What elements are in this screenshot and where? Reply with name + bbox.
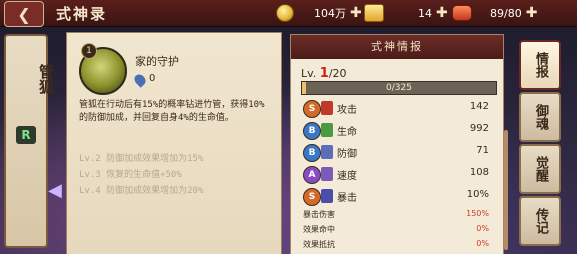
skill-level-line: Lv.3 恢复的生命值+50% bbox=[79, 170, 182, 180]
skill-panel: 1 家的守护 0 管狐在行动后有15%的概率钻进竹管，获得10%的防御加成，并回… bbox=[66, 32, 282, 254]
tab-awaken[interactable]: 觉醒 bbox=[519, 144, 561, 194]
previous-arrow-icon[interactable]: ◀ bbox=[48, 181, 66, 201]
jade-value: 14 bbox=[418, 6, 432, 20]
skill-description: 管狐在行动后有15%的概率钻进竹管，获得10%的防御加成，并回复自身4%的生命值… bbox=[79, 100, 265, 123]
shikigami-name-tab[interactable]: 管狐 R bbox=[4, 34, 55, 248]
stat-grade-badge: S bbox=[303, 100, 321, 118]
stat-row: B 生命 992 bbox=[303, 121, 497, 141]
exp-bar: 0/325 bbox=[301, 81, 497, 95]
extra-stat-row: 效果抵抗 0% bbox=[303, 239, 497, 253]
stamina-value: 89/80 bbox=[490, 6, 522, 20]
extra-stat-label: 效果抵抗 bbox=[303, 240, 335, 249]
stat-label: 防御 bbox=[337, 149, 357, 160]
stat-grade-badge: B bbox=[303, 144, 321, 162]
gold-coin-icon bbox=[276, 4, 294, 22]
rarity-badge: R bbox=[16, 126, 36, 144]
skill-level-line: Lv.4 防御加成效果增加为20% bbox=[79, 186, 204, 196]
stat-value: 71 bbox=[476, 145, 489, 156]
stamina-scroll-icon bbox=[452, 5, 472, 21]
stat-grade-badge: B bbox=[303, 122, 321, 140]
extra-stat-value: 0% bbox=[476, 239, 489, 248]
jade-icon bbox=[364, 4, 384, 22]
info-panel-header: 式神情报 bbox=[291, 35, 503, 59]
stat-icon bbox=[321, 101, 333, 115]
skill-name: 家的守护 bbox=[135, 55, 179, 68]
stat-row: S 暴击 10% bbox=[303, 187, 497, 207]
stat-icon bbox=[321, 123, 333, 137]
add-stamina-button[interactable]: ✚ bbox=[526, 6, 538, 20]
gold-resource: 104万 ✚ bbox=[276, 4, 362, 22]
top-bar: ❮ 式神录 104万 ✚ 14 ✚ 89/80 ✚ bbox=[0, 0, 577, 27]
level-display: Lv. 1/20 bbox=[301, 66, 347, 81]
add-gold-button[interactable]: ✚ bbox=[350, 6, 362, 20]
tab-biography[interactable]: 传记 bbox=[519, 196, 561, 246]
stat-value: 108 bbox=[469, 167, 489, 178]
stat-grade-badge: A bbox=[303, 166, 321, 184]
orb-cost-icon bbox=[132, 72, 148, 88]
shikigami-name: 管狐 bbox=[37, 64, 55, 94]
extra-stat-value: 150% bbox=[466, 209, 489, 218]
gold-value: 104万 bbox=[314, 7, 346, 20]
stat-row: B 防御 71 bbox=[303, 143, 497, 163]
stat-value: 10% bbox=[466, 189, 489, 200]
skill-cost: 0 bbox=[149, 73, 156, 84]
level-prefix: Lv. bbox=[301, 67, 320, 80]
stat-row: A 速度 108 bbox=[303, 165, 497, 185]
stat-label: 攻击 bbox=[337, 105, 357, 116]
page-title: 式神录 bbox=[56, 5, 108, 23]
stat-row: S 攻击 142 bbox=[303, 99, 497, 119]
extra-stat-row: 效果命中 0% bbox=[303, 224, 497, 238]
stat-label: 暴击 bbox=[337, 193, 357, 204]
skill-level-line: Lv.2 防御加成效果增加为15% bbox=[79, 154, 204, 164]
chevron-left-icon: ❮ bbox=[17, 4, 31, 24]
stat-grade-badge: S bbox=[303, 188, 321, 206]
tab-info[interactable]: 情报 bbox=[519, 40, 561, 90]
stamina-resource: 89/80 ✚ bbox=[452, 4, 537, 22]
extra-stat-value: 0% bbox=[476, 224, 489, 233]
jade-resource: 14 ✚ bbox=[364, 4, 448, 22]
level-number: 1 bbox=[319, 66, 329, 81]
stat-label: 生命 bbox=[337, 127, 357, 138]
info-scrollbar[interactable] bbox=[504, 130, 508, 250]
add-jade-button[interactable]: ✚ bbox=[436, 6, 448, 20]
back-button[interactable]: ❮ bbox=[4, 1, 44, 27]
extra-stat-label: 效果命中 bbox=[303, 225, 335, 234]
extra-stat-label: 暴击伤害 bbox=[303, 210, 335, 219]
level-max: /20 bbox=[328, 67, 347, 80]
stat-value: 992 bbox=[469, 123, 489, 134]
stat-icon bbox=[321, 167, 333, 181]
stat-icon bbox=[321, 145, 333, 159]
stat-icon bbox=[321, 189, 333, 203]
extra-stat-row: 暴击伤害 150% bbox=[303, 209, 497, 223]
stat-value: 142 bbox=[469, 101, 489, 112]
info-panel: 式神情报 Lv. 1/20 0/325 S 攻击 142 B 生命 992 B 防御 71 A 速度… bbox=[290, 34, 504, 254]
skill-level-badge: 1 bbox=[81, 43, 97, 59]
stat-label: 速度 bbox=[337, 171, 357, 182]
tab-soul[interactable]: 御魂 bbox=[519, 92, 561, 142]
exp-text: 0/325 bbox=[386, 83, 412, 93]
